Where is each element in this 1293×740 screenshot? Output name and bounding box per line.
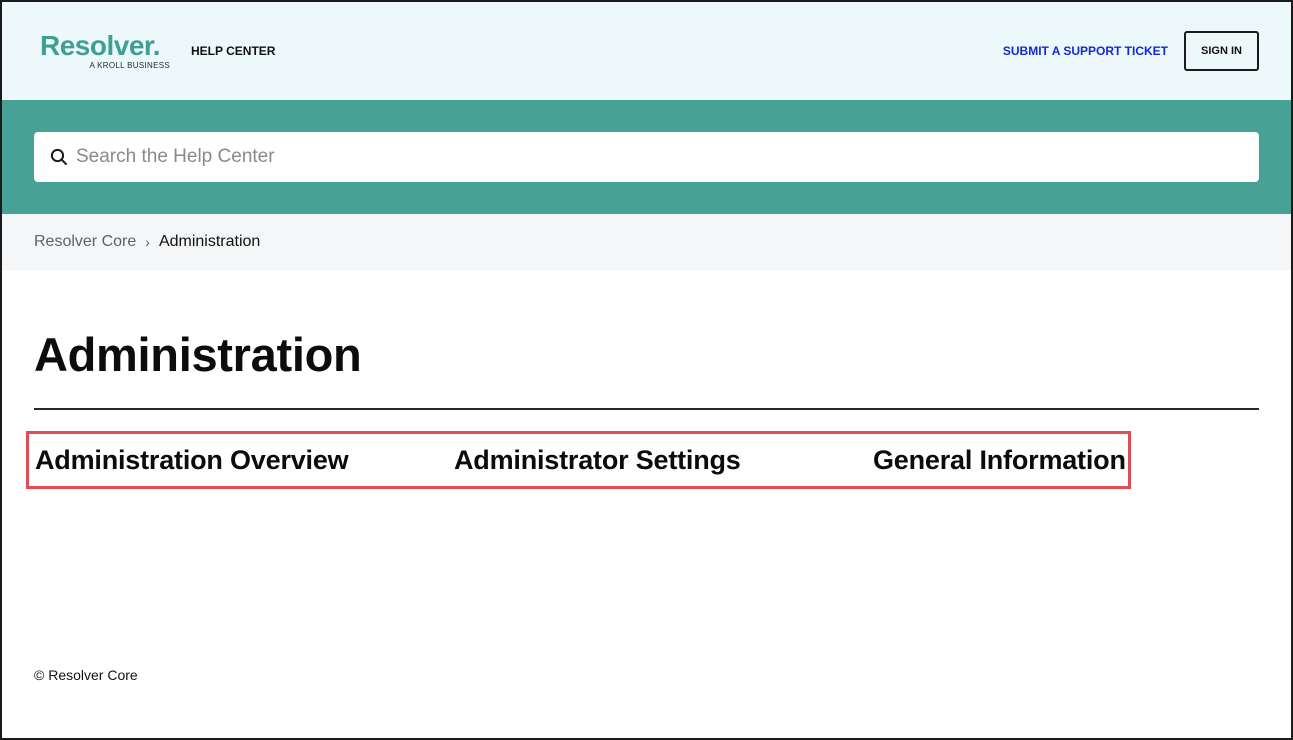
title-divider	[34, 408, 1259, 410]
resolver-logo[interactable]: Resolver. A KROLL BUSINESS	[40, 30, 172, 74]
search-band	[2, 100, 1291, 214]
help-center-label[interactable]: HELP CENTER	[191, 44, 275, 58]
browser-frame: Resolver. A KROLL BUSINESS HELP CENTER S…	[0, 0, 1293, 740]
section-general-information[interactable]: General Information	[873, 444, 1126, 476]
breadcrumb: Resolver Core › Administration	[34, 233, 260, 251]
logo-tagline: A KROLL BUSINESS	[89, 61, 170, 70]
breadcrumb-item-resolver-core[interactable]: Resolver Core	[34, 233, 136, 251]
sign-in-button[interactable]: SIGN IN	[1184, 31, 1259, 71]
section-administrator-settings[interactable]: Administrator Settings	[454, 444, 741, 476]
logo-wordmark: Resolver.	[40, 30, 161, 61]
site-header: Resolver. A KROLL BUSINESS HELP CENTER S…	[2, 2, 1291, 100]
footer-copyright: © Resolver Core	[34, 667, 138, 683]
section-administration-overview[interactable]: Administration Overview	[35, 444, 349, 476]
breadcrumb-item-administration: Administration	[158, 233, 261, 250]
breadcrumb-separator: ›	[145, 234, 150, 250]
search-box[interactable]	[34, 132, 1259, 182]
page-title: Administration	[34, 328, 362, 381]
breadcrumb-bar: Resolver Core › Administration	[2, 214, 1291, 270]
submit-ticket-link[interactable]: SUBMIT A SUPPORT TICKET	[1003, 44, 1168, 58]
search-input[interactable]	[76, 137, 1259, 177]
search-icon	[50, 148, 68, 166]
